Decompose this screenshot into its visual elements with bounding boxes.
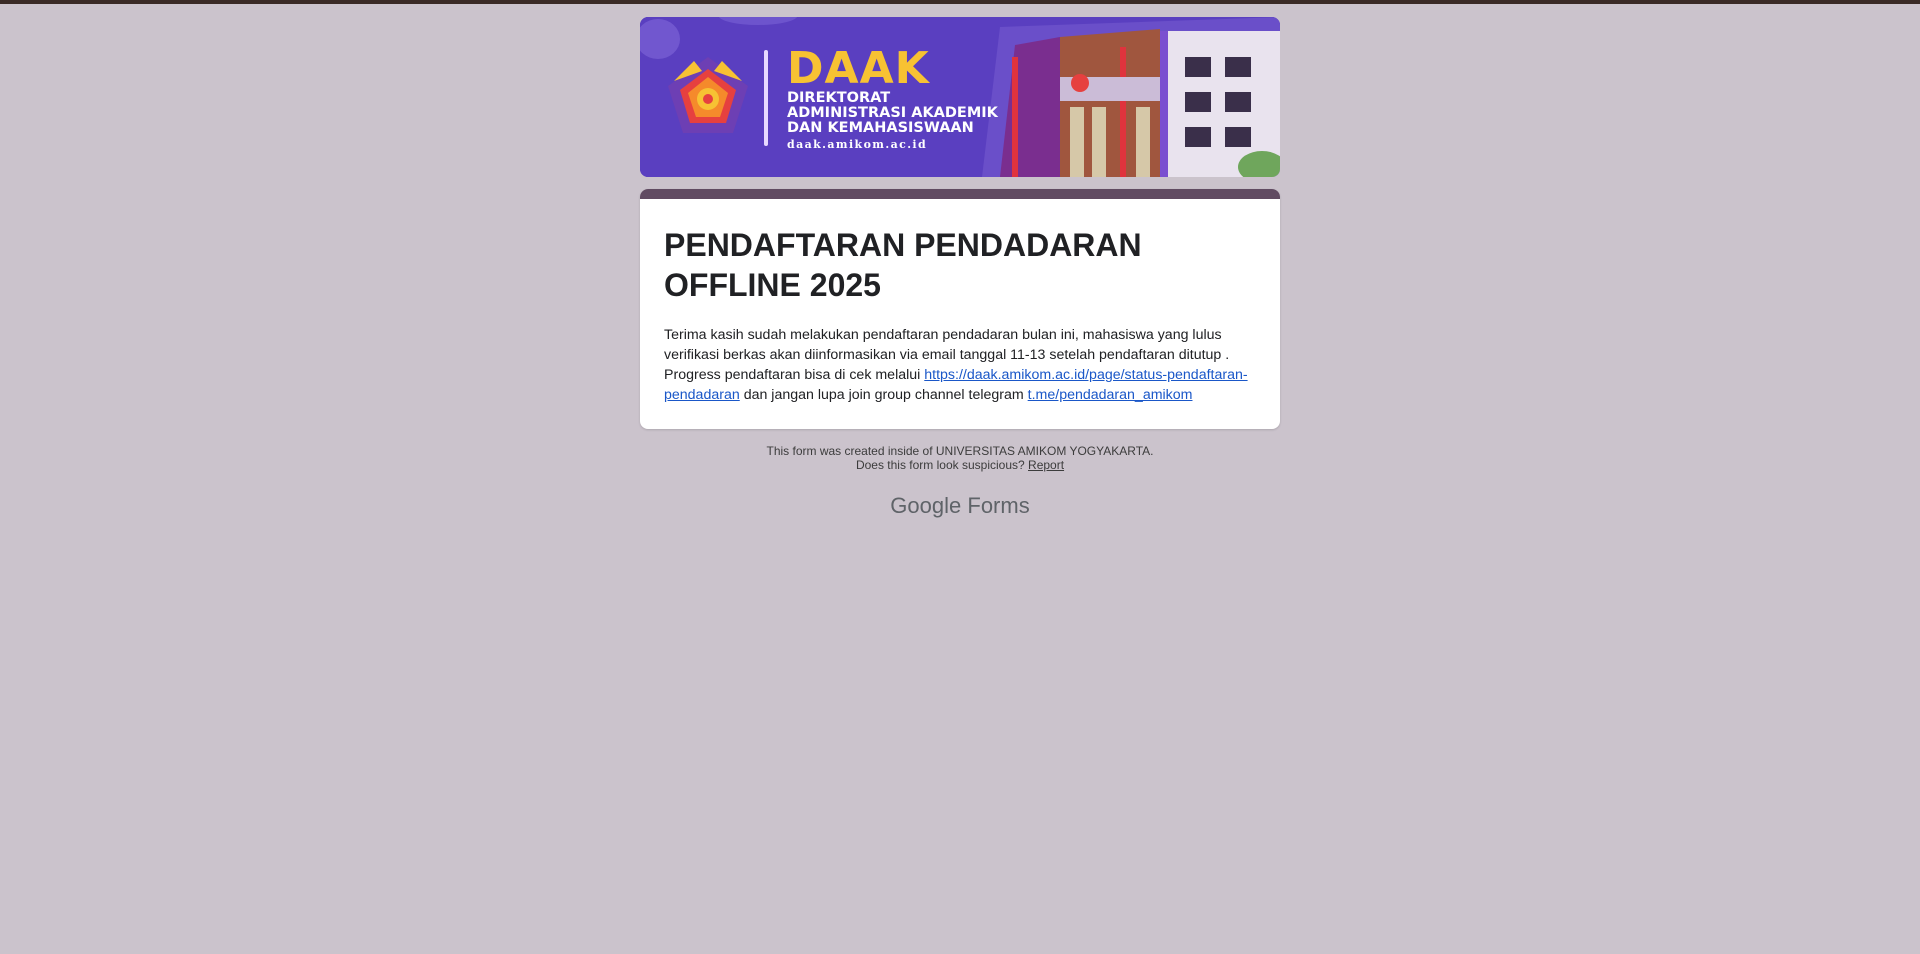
form-description: Terima kasih sudah melakukan pendaftaran… xyxy=(664,325,1256,405)
suspicious-line: Does this form look suspicious? Report xyxy=(640,458,1280,472)
description-text-2: dan jangan lupa join group channel teleg… xyxy=(739,387,1028,403)
header-banner: DAAK Direktorat Administrasi Akademik da… xyxy=(640,17,1280,177)
form-footer: This form was created inside of UNIVERSI… xyxy=(640,444,1280,472)
google-wordmark: Google xyxy=(890,493,962,518)
form-container: DAAK Direktorat Administrasi Akademik da… xyxy=(640,17,1280,519)
form-card: PENDAFTARAN PENDADARAN OFFLINE 2025 Teri… xyxy=(640,189,1280,429)
building-image xyxy=(982,17,1280,177)
card-body: PENDAFTARAN PENDADARAN OFFLINE 2025 Teri… xyxy=(640,199,1280,429)
form-title: PENDAFTARAN PENDADARAN OFFLINE 2025 xyxy=(664,227,1142,303)
suspicious-text: Does this form look suspicious? xyxy=(855,458,1025,472)
banner-title: DAAK xyxy=(787,43,930,94)
top-strip xyxy=(0,0,1920,4)
banner-url: daak.amikom.ac.id xyxy=(787,138,928,151)
google-forms-logo[interactable]: Google Forms xyxy=(640,493,1280,519)
telegram-link[interactable]: t.me/pendadaran_amikom xyxy=(1028,387,1193,403)
card-accent-bar xyxy=(640,189,1280,199)
created-by-text: This form was created inside of UNIVERSI… xyxy=(766,444,1154,458)
banner-subtitle: Direktorat Administrasi Akademik dan Kem… xyxy=(787,90,998,136)
forms-wordmark: Forms xyxy=(967,493,1030,518)
report-link[interactable]: Report xyxy=(1028,458,1064,472)
